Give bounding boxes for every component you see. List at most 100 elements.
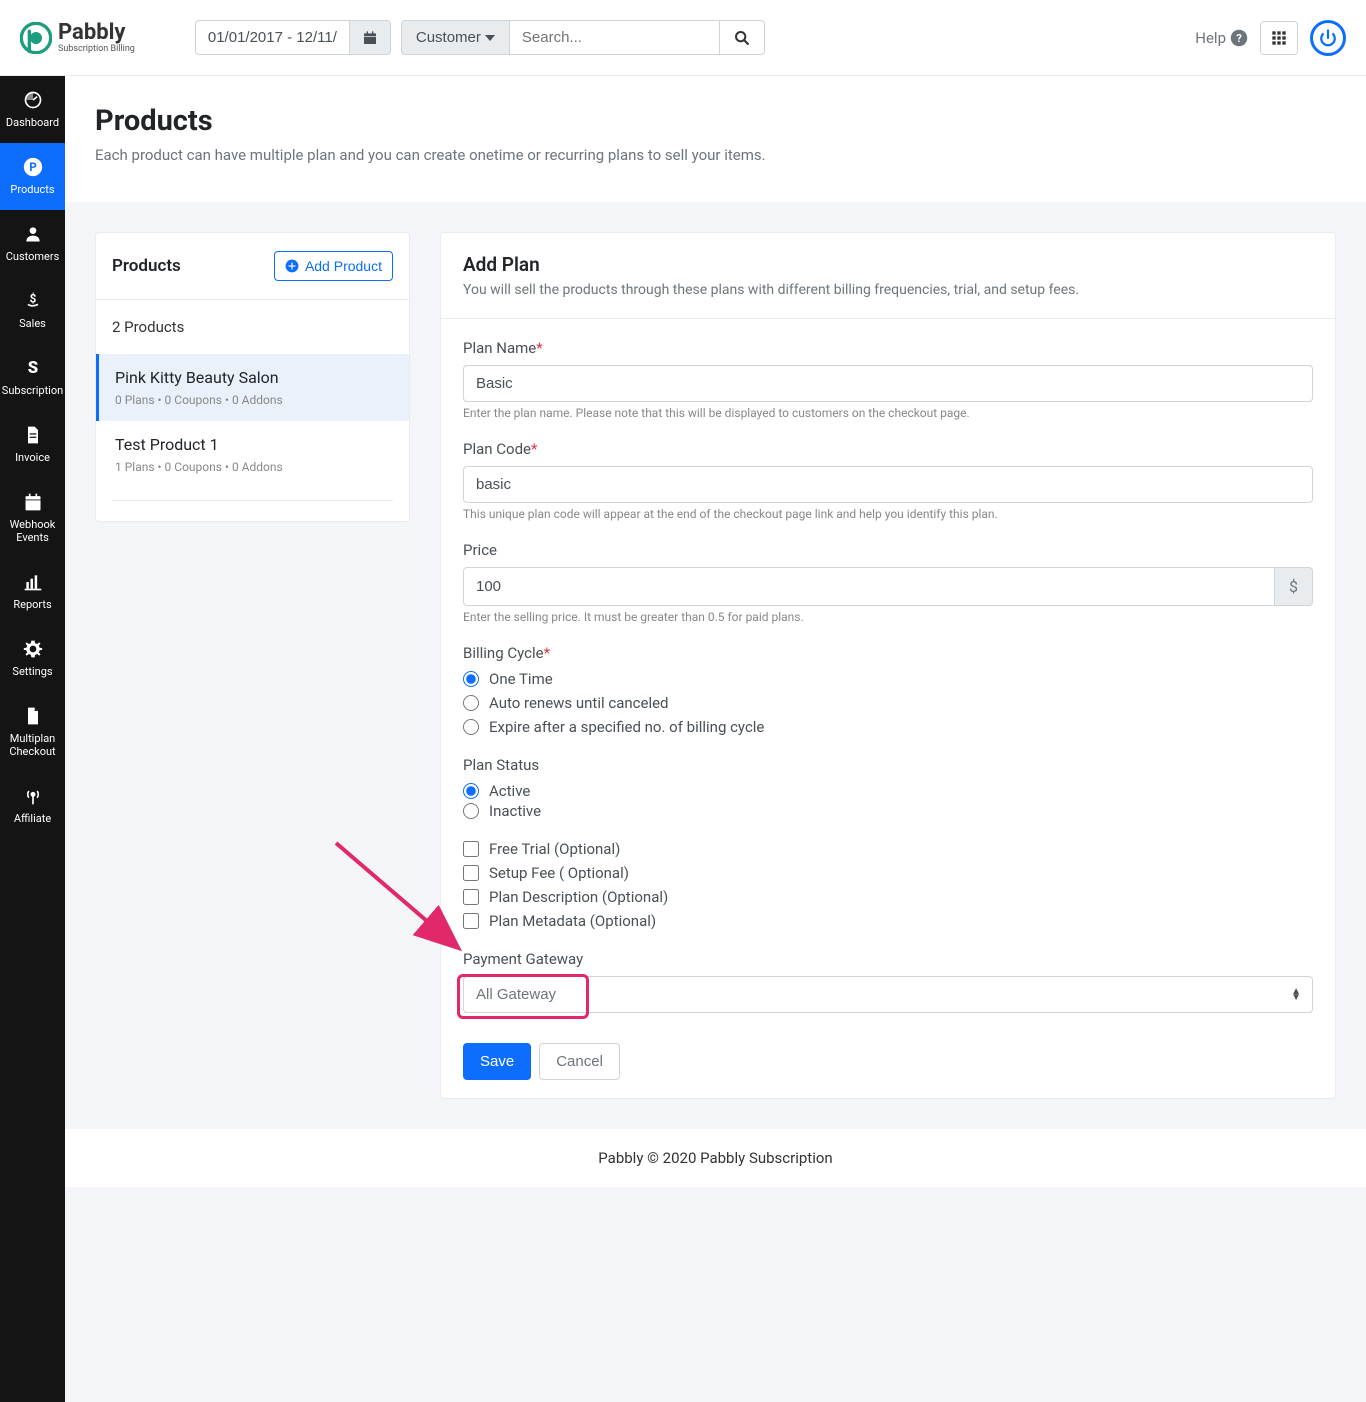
caret-down-icon xyxy=(485,35,495,41)
optional-check-label: Plan Description (Optional) xyxy=(489,888,668,906)
billing-radio[interactable] xyxy=(463,695,479,711)
product-name: Pink Kitty Beauty Salon xyxy=(115,368,393,387)
sidebar-item-settings[interactable]: Settings xyxy=(0,625,65,692)
billing-radio[interactable] xyxy=(463,671,479,687)
plan-status-option[interactable]: Active xyxy=(463,782,1313,800)
sidebar-item-subscription[interactable]: S Subscription xyxy=(0,344,65,411)
dollar-icon: $ xyxy=(23,291,43,311)
date-range-input[interactable] xyxy=(195,20,350,55)
apps-grid-button[interactable] xyxy=(1260,21,1298,55)
customer-dropdown-button[interactable]: Customer xyxy=(401,20,510,55)
billing-cycle-option[interactable]: Auto renews until canceled xyxy=(463,694,1313,712)
billing-cycle-option[interactable]: One Time xyxy=(463,670,1313,688)
add-plan-title: Add Plan xyxy=(463,253,1313,276)
p-circle-icon: P xyxy=(23,157,43,177)
optional-checkbox[interactable] xyxy=(463,889,479,905)
sidebar-item-webhook-events[interactable]: Webhook Events xyxy=(0,478,65,558)
optional-checkbox-row[interactable]: Free Trial (Optional) xyxy=(463,840,1313,858)
sidebar-item-multiplan-checkout[interactable]: Multiplan Checkout xyxy=(0,692,65,772)
optional-check-label: Setup Fee ( Optional) xyxy=(489,864,629,882)
plan-code-input[interactable] xyxy=(463,466,1313,503)
dashboard-icon xyxy=(23,90,43,110)
price-label: Price xyxy=(463,541,1313,559)
plan-name-input[interactable] xyxy=(463,365,1313,402)
user-icon xyxy=(23,224,43,244)
billing-radio[interactable] xyxy=(463,719,479,735)
sidebar-item-label: Products xyxy=(10,183,54,196)
billing-option-label: Expire after a specified no. of billing … xyxy=(489,718,764,736)
plan-code-label: Plan Code* xyxy=(463,440,1313,458)
plan-name-label: Plan Name* xyxy=(463,339,1313,357)
svg-text:S: S xyxy=(27,359,37,378)
billing-cycle-option[interactable]: Expire after a specified no. of billing … xyxy=(463,718,1313,736)
optional-checkbox-row[interactable]: Plan Metadata (Optional) xyxy=(463,912,1313,930)
payment-gateway-select[interactable] xyxy=(463,976,1313,1013)
power-button[interactable] xyxy=(1310,20,1346,56)
payment-gateway-label: Payment Gateway xyxy=(463,950,1313,968)
svg-text:P: P xyxy=(29,160,37,174)
file-icon xyxy=(23,425,43,445)
optional-checkbox[interactable] xyxy=(463,913,479,929)
sidebar: Dashboard P Products Customers $ Sales S Subscr… xyxy=(0,76,65,1402)
sidebar-item-reports[interactable]: Reports xyxy=(0,558,65,625)
add-plan-subtitle: You will sell the products through these… xyxy=(463,282,1313,298)
file-fold-icon xyxy=(23,706,43,726)
grid-icon xyxy=(1271,30,1287,46)
svg-text:$: $ xyxy=(29,292,36,306)
help-icon: ? xyxy=(1230,29,1248,47)
optional-check-label: Plan Metadata (Optional) xyxy=(489,912,656,930)
save-button[interactable]: Save xyxy=(463,1043,531,1080)
customer-label: Customer xyxy=(416,29,481,46)
price-input[interactable] xyxy=(463,567,1275,606)
sidebar-item-label: Settings xyxy=(12,665,52,678)
plan-code-help: This unique plan code will appear at the… xyxy=(463,507,1313,521)
sidebar-item-label: Sales xyxy=(19,317,46,330)
logo-p-icon xyxy=(20,22,52,54)
search-button[interactable] xyxy=(720,20,765,55)
plan-status-option[interactable]: Inactive xyxy=(463,802,1313,820)
bar-chart-icon xyxy=(23,572,43,592)
logo-subtitle: Subscription Billing xyxy=(58,44,135,54)
product-item[interactable]: Pink Kitty Beauty Salon 0 Plans • 0 Coupo… xyxy=(96,354,409,421)
sidebar-item-affiliate[interactable]: Affiliate xyxy=(0,772,65,839)
status-radio[interactable] xyxy=(463,783,479,799)
optional-checkbox-row[interactable]: Plan Description (Optional) xyxy=(463,888,1313,906)
billing-cycle-label: Billing Cycle* xyxy=(463,644,1313,662)
calendar-icon xyxy=(23,492,43,512)
svg-text:?: ? xyxy=(1236,31,1242,44)
sidebar-item-label: Invoice xyxy=(15,451,50,464)
add-product-label: Add Product xyxy=(305,258,382,274)
sidebar-item-sales[interactable]: $ Sales xyxy=(0,277,65,344)
select-arrows-icon: ▲▼ xyxy=(1291,989,1301,1001)
product-item[interactable]: Test Product 11 Plans • 0 Coupons • 0 Ad… xyxy=(96,421,409,488)
billing-option-label: One Time xyxy=(489,670,553,688)
help-link[interactable]: Help ? xyxy=(1195,29,1248,47)
optional-checkbox-row[interactable]: Setup Fee ( Optional) xyxy=(463,864,1313,882)
sidebar-item-label: Subscription xyxy=(2,384,63,397)
product-meta: 0 Plans • 0 Coupons • 0 Addons xyxy=(115,393,393,407)
calendar-button[interactable] xyxy=(350,20,391,55)
help-label: Help xyxy=(1195,29,1226,47)
product-name: Test Product 1 xyxy=(115,435,393,454)
logo[interactable]: Pabbly Subscription Billing xyxy=(20,22,135,54)
status-option-label: Inactive xyxy=(489,802,541,820)
sidebar-item-customers[interactable]: Customers xyxy=(0,210,65,277)
status-radio[interactable] xyxy=(463,803,479,819)
broadcast-icon xyxy=(23,786,43,806)
optional-checkbox[interactable] xyxy=(463,841,479,857)
search-input[interactable] xyxy=(510,20,720,55)
billing-option-label: Auto renews until canceled xyxy=(489,694,669,712)
search-icon xyxy=(734,30,750,46)
sidebar-item-products[interactable]: P Products xyxy=(0,143,65,210)
price-help: Enter the selling price. It must be grea… xyxy=(463,610,1313,624)
products-count: 2 Products xyxy=(96,300,409,354)
add-product-button[interactable]: Add Product xyxy=(274,251,393,281)
sidebar-item-invoice[interactable]: Invoice xyxy=(0,411,65,478)
sidebar-item-label: Dashboard xyxy=(6,116,59,129)
page-subtitle: Each product can have multiple plan and … xyxy=(95,146,1336,164)
sidebar-item-dashboard[interactable]: Dashboard xyxy=(0,76,65,143)
cancel-button[interactable]: Cancel xyxy=(539,1043,620,1080)
optional-checkbox[interactable] xyxy=(463,865,479,881)
sidebar-item-label: Webhook Events xyxy=(4,518,61,544)
sidebar-item-label: Multiplan Checkout xyxy=(4,732,61,758)
